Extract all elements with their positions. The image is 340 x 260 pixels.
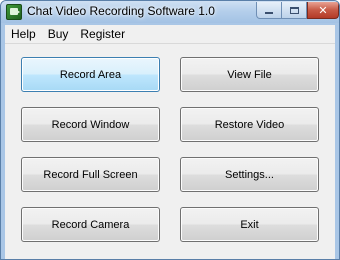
record-full-screen-button[interactable]: Record Full Screen	[21, 157, 160, 192]
maximize-icon	[289, 6, 299, 14]
settings-button[interactable]: Settings...	[180, 157, 319, 192]
exit-button[interactable]: Exit	[180, 207, 319, 242]
record-camera-button[interactable]: Record Camera	[21, 207, 160, 242]
close-button[interactable]: ✕	[307, 2, 339, 19]
close-icon: ✕	[318, 4, 328, 17]
maximize-button[interactable]	[282, 2, 307, 19]
window-title: Chat Video Recording Software 1.0	[27, 4, 215, 18]
view-file-button[interactable]: View File	[180, 57, 319, 92]
menu-buy[interactable]: Buy	[42, 25, 75, 43]
main-panel: Record Area View File Record Window Rest…	[5, 43, 335, 259]
menu-bar: Help Buy Register	[5, 25, 335, 43]
menu-register[interactable]: Register	[74, 25, 131, 43]
record-area-button[interactable]: Record Area	[21, 57, 160, 92]
minimize-icon	[265, 12, 273, 14]
restore-video-button[interactable]: Restore Video	[180, 107, 319, 142]
title-bar[interactable]: Chat Video Recording Software 1.0 ✕	[1, 1, 339, 23]
app-icon	[6, 4, 22, 20]
record-window-button[interactable]: Record Window	[21, 107, 160, 142]
app-window: Chat Video Recording Software 1.0 ✕ Help…	[0, 0, 340, 260]
menu-help[interactable]: Help	[5, 25, 42, 43]
minimize-button[interactable]	[256, 2, 282, 19]
